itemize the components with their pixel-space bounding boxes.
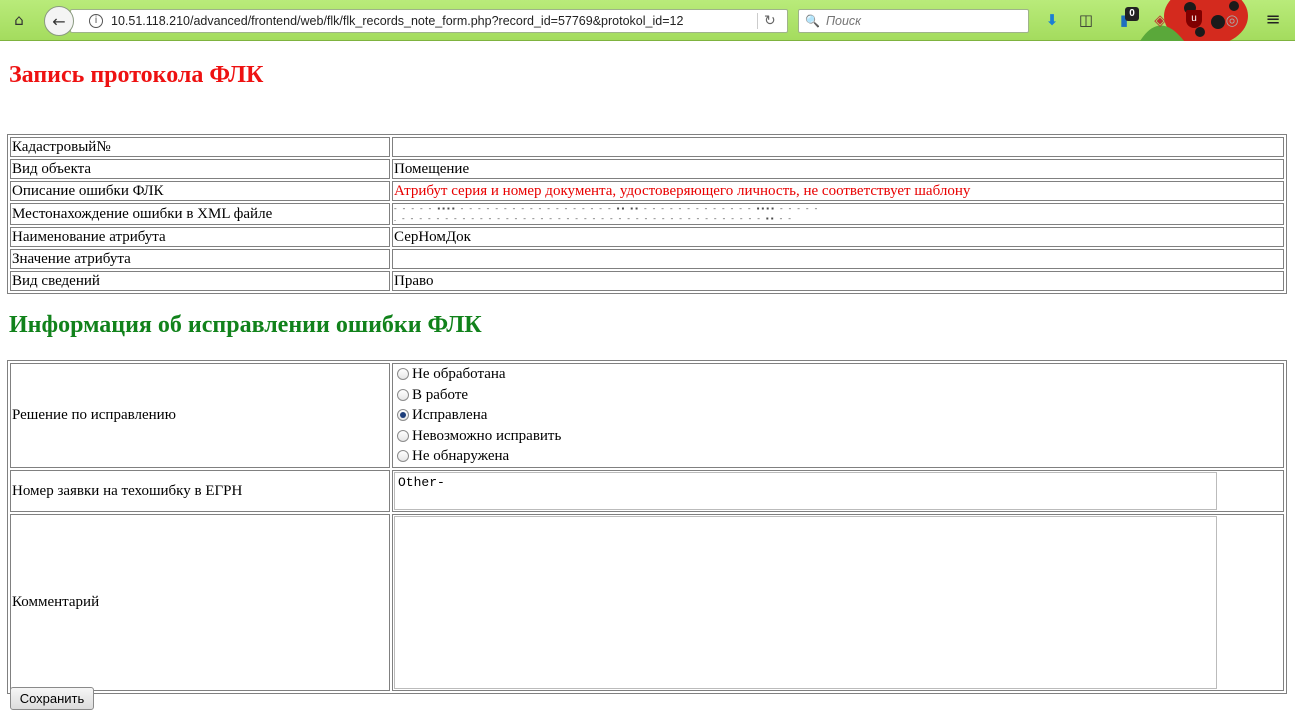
reload-icon[interactable]: ↻: [757, 13, 781, 29]
comment-label: Комментарий: [10, 513, 390, 691]
table-row: Комментарий: [10, 513, 1284, 691]
pocket-icon[interactable]: ◈: [1150, 10, 1170, 30]
table-row: Описание ошибки ФЛК Атрибут серия и номе…: [10, 181, 1284, 201]
radio-option[interactable]: В работе: [394, 385, 1282, 406]
obscured-xml-path: - - - - - ▪▪▪▪ - - - - - - - - - - - - -…: [394, 204, 820, 223]
table-row: Значение атрибута: [10, 249, 1284, 269]
table-row: Номер заявки на техошибку в ЕГРН Other-: [10, 469, 1284, 512]
row-label: Вид объекта: [10, 159, 390, 179]
fix-form-table: Решение по исправлению Не обработана В р…: [7, 360, 1287, 694]
radio-button[interactable]: [397, 388, 409, 401]
info-icon[interactable]: i: [89, 14, 103, 28]
section-title: Информация об исправлении ошибки ФЛК: [9, 312, 482, 338]
radio-label[interactable]: Невозможно исправить: [412, 427, 561, 445]
url-text[interactable]: 10.51.118.210/advanced/frontend/web/flk/…: [111, 14, 683, 28]
decision-options: Не обработана В работе Исправлена Невозм…: [392, 363, 1284, 468]
table-row: Вид сведений Право: [10, 271, 1284, 291]
radio-label[interactable]: В работе: [412, 386, 468, 404]
radio-label[interactable]: Не обнаружена: [412, 447, 509, 465]
error-description: Атрибут серия и номер документа, удостов…: [392, 181, 1284, 201]
search-box[interactable]: 🔍: [798, 9, 1029, 33]
table-row: Местонахождение ошибки в XML файле - - -…: [10, 203, 1284, 225]
radio-button-selected[interactable]: [397, 409, 409, 422]
row-label: Кадастровый№: [10, 137, 390, 157]
address-bar[interactable]: i 10.51.118.210/advanced/frontend/web/fl…: [70, 9, 788, 33]
row-label: Значение атрибута: [10, 249, 390, 269]
row-label: Вид сведений: [10, 271, 390, 291]
radio-option[interactable]: Исправлена: [394, 405, 1282, 426]
xml-location-value: - - - - - ▪▪▪▪ - - - - - - - - - - - - -…: [392, 203, 1284, 225]
window-icon[interactable]: ◫: [1076, 10, 1096, 30]
search-icon: 🔍: [805, 14, 820, 28]
table-row: Решение по исправлению Не обработана В р…: [10, 363, 1284, 468]
comment-field[interactable]: [394, 515, 1217, 689]
globe-icon[interactable]: ◎: [1222, 10, 1242, 30]
menu-icon[interactable]: ≡: [1263, 10, 1283, 30]
ublock-icon[interactable]: u: [1186, 10, 1202, 28]
browser-toolbar: ⌂ i 10.51.118.210/advanced/frontend/web/…: [0, 0, 1295, 41]
radio-option[interactable]: Невозможно исправить: [394, 426, 1282, 447]
row-value: Помещение: [392, 159, 1284, 179]
back-arrow-icon[interactable]: ←: [44, 6, 74, 36]
search-input[interactable]: [823, 13, 1024, 29]
radio-button[interactable]: [397, 450, 409, 463]
table-row: Наименование атрибута СерНомДок: [10, 227, 1284, 247]
ticket-cell: Other-: [392, 469, 1284, 512]
comment-cell: [392, 513, 1284, 691]
record-table: Кадастровый№ Вид объекта Помещение Описа…: [7, 134, 1287, 294]
radio-option[interactable]: Не обнаружена: [394, 446, 1282, 467]
row-label: Наименование атрибута: [10, 227, 390, 247]
download-icon[interactable]: ⬇: [1042, 10, 1062, 30]
table-row: Вид объекта Помещение: [10, 159, 1284, 179]
counter-badge: 0: [1125, 7, 1139, 21]
row-value: Право: [392, 271, 1284, 291]
radio-label[interactable]: Исправлена: [412, 406, 487, 424]
ticket-label: Номер заявки на техошибку в ЕГРН: [10, 469, 390, 512]
table-row: Кадастровый№: [10, 137, 1284, 157]
radio-button[interactable]: [397, 368, 409, 381]
row-value: СерНомДок: [392, 227, 1284, 247]
radio-button[interactable]: [397, 429, 409, 442]
radio-label[interactable]: Не обработана: [412, 365, 506, 383]
ticket-number-field[interactable]: Other-: [394, 471, 1217, 510]
row-value: [392, 249, 1284, 269]
save-button[interactable]: Сохранить: [10, 687, 94, 710]
home-icon[interactable]: ⌂: [8, 9, 30, 31]
radio-option[interactable]: Не обработана: [394, 364, 1282, 385]
row-value: [392, 137, 1284, 157]
page-title: Запись протокола ФЛК: [9, 62, 264, 88]
row-label: Местонахождение ошибки в XML файле: [10, 203, 390, 225]
decision-label: Решение по исправлению: [10, 363, 390, 468]
row-label: Описание ошибки ФЛК: [10, 181, 390, 201]
